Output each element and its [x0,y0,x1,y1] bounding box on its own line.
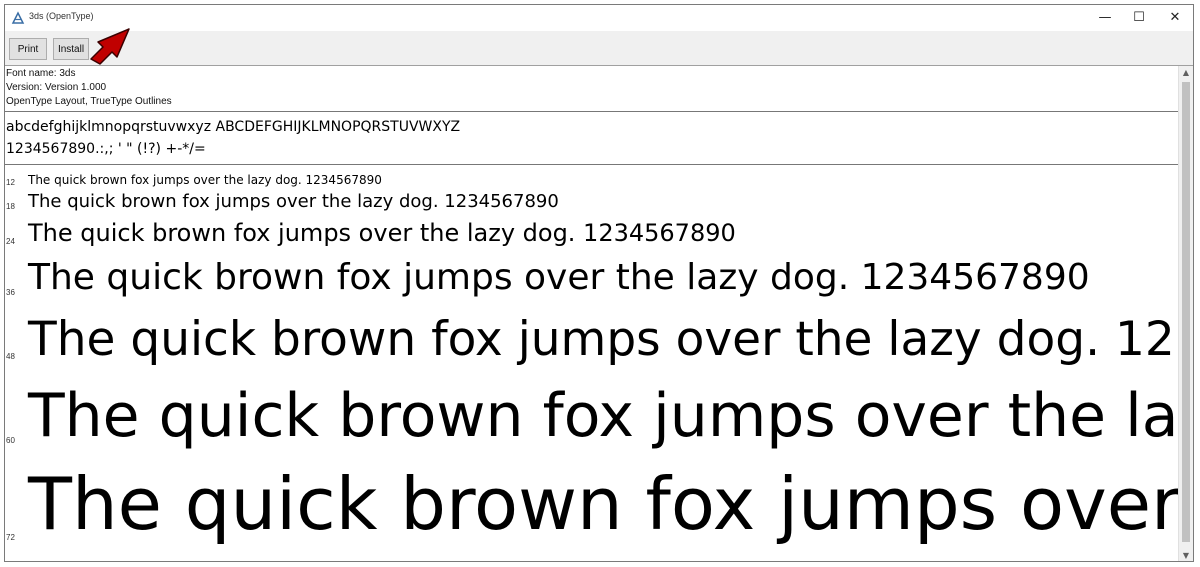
annotation-arrow-icon [90,28,130,65]
charset-letters: abcdefghijklmnopqrstuvwxyz ABCDEFGHIJKLM… [6,119,461,135]
sample-text: The quick brown fox jumps over the lazy … [28,381,1181,451]
vertical-scrollbar[interactable]: ▲ ▼ [1178,66,1193,561]
divider [5,164,1181,165]
size-label: 72 [6,533,15,542]
title-bar[interactable]: 3ds (OpenType) — ☐ ✕ [5,5,1193,31]
sample-text: The quick brown fox jumps over the lazy … [28,312,1181,367]
size-label: 48 [6,352,15,361]
size-label: 60 [6,436,15,445]
window-title: 3ds (OpenType) [29,11,94,21]
size-label: 18 [6,202,15,211]
toolbar: Print Install [5,28,1193,66]
print-button[interactable]: Print [9,38,47,60]
maximize-button[interactable]: ☐ [1121,5,1157,31]
preview-area: Font name: 3ds Version: Version 1.000 Op… [5,66,1181,561]
sample-text: The quick brown fox jumps over the lazy … [28,257,1090,298]
sample-text: The quick brown fox jumps over the lazy … [28,191,559,212]
close-button[interactable]: ✕ [1157,5,1193,31]
font-name: Font name: 3ds [6,68,76,79]
font-version: Version: Version 1.000 [6,82,107,93]
size-label: 12 [6,178,15,187]
sample-text: The quick brown fox jumps over the lazy … [28,173,382,187]
font-info: Font name: 3ds Version: Version 1.000 Op… [5,67,172,109]
charset-digits: 1234567890.:,; ' " (!?) +-*/= [6,141,206,157]
sample-text: The quick brown fox jumps over the lazy … [28,219,736,247]
scroll-up-arrow-icon[interactable]: ▲ [1179,66,1193,80]
scrollbar-thumb[interactable] [1182,82,1190,542]
minimize-button[interactable]: — [1087,5,1123,31]
size-label: 24 [6,237,15,246]
divider [5,111,1181,112]
size-label: 36 [6,288,15,297]
font-layout: OpenType Layout, TrueType Outlines [6,96,172,107]
sample-text: The quick brown fox jumps over the lazy … [28,462,1181,546]
scroll-down-arrow-icon[interactable]: ▼ [1179,549,1193,561]
install-button[interactable]: Install [53,38,89,60]
font-app-icon [11,11,25,24]
font-viewer-window: 3ds (OpenType) — ☐ ✕ Print Install Font … [4,4,1194,562]
